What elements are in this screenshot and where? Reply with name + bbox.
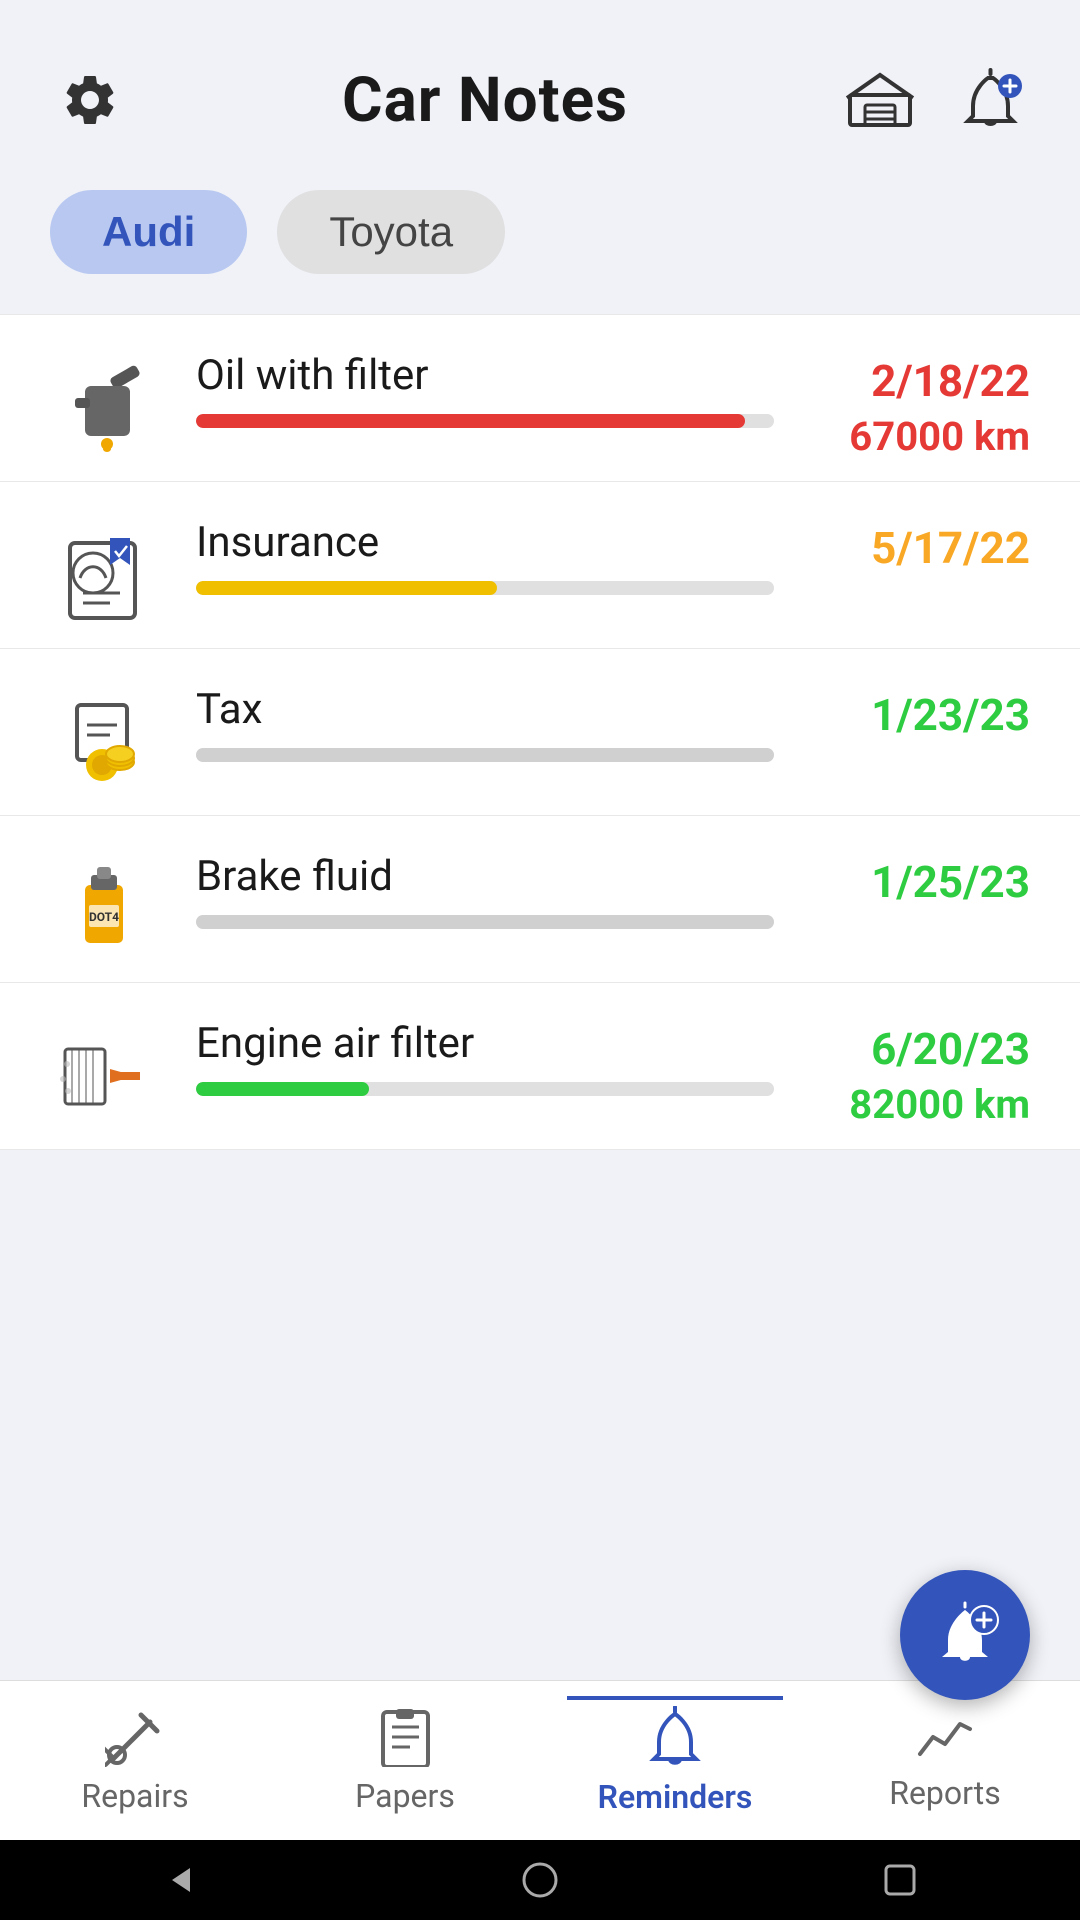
progress-fill-engine-air-filter: [196, 1082, 369, 1096]
svg-text:DOT4: DOT4: [89, 910, 119, 924]
progress-bar-oil: [196, 414, 774, 428]
progress-bar-engine-air-filter: [196, 1082, 774, 1096]
reminder-name-oil: Oil with filter: [196, 351, 774, 400]
progress-bar-brake-fluid: [196, 915, 774, 929]
reminder-date-oil: 2/18/22: [871, 355, 1030, 407]
reminder-km-oil: 67000 km: [849, 413, 1030, 460]
reminder-date-wrap-brake-fluid: 1/25/23: [810, 852, 1030, 908]
reminder-item-oil[interactable]: Oil with filter 2/18/22 67000 km: [0, 314, 1080, 482]
home-button[interactable]: [505, 1845, 575, 1915]
tab-toyota[interactable]: Toyota: [277, 190, 505, 274]
progress-fill-tax: [196, 748, 774, 762]
app-title: Car Notes: [130, 64, 840, 137]
tax-icon: [50, 685, 160, 795]
nav-label-papers: Papers: [355, 1777, 455, 1815]
nav-label-reminders: Reminders: [598, 1778, 753, 1816]
progress-fill-oil: [196, 414, 745, 428]
nav-item-reports[interactable]: Reports: [810, 1699, 1080, 1822]
reminder-item-tax[interactable]: Tax 1/23/23: [0, 649, 1080, 816]
progress-fill-brake-fluid: [196, 915, 774, 929]
back-button[interactable]: [145, 1845, 215, 1915]
brake-fluid-icon: DOT4: [50, 852, 160, 962]
reminder-content-oil: Oil with filter: [196, 351, 774, 428]
settings-button[interactable]: [50, 60, 130, 140]
progress-bar-insurance: [196, 581, 774, 595]
engine-air-filter-icon: [50, 1019, 160, 1129]
progress-bar-tax: [196, 748, 774, 762]
nav-item-repairs[interactable]: Repairs: [0, 1697, 270, 1825]
nav-item-papers[interactable]: Papers: [270, 1697, 540, 1825]
reminder-date-wrap-tax: 1/23/23: [810, 685, 1030, 741]
garage-button[interactable]: [840, 60, 920, 140]
recent-apps-button[interactable]: [865, 1845, 935, 1915]
tab-audi[interactable]: Audi: [50, 190, 247, 274]
reminder-km-engine-air-filter: 82000 km: [849, 1081, 1030, 1128]
reminder-name-insurance: Insurance: [196, 518, 774, 567]
reminders-list: Oil with filter 2/18/22 67000 km Insuran…: [0, 314, 1080, 1150]
reminder-item-insurance[interactable]: Insurance 5/17/22: [0, 482, 1080, 649]
reminder-date-engine-air-filter: 6/20/23: [871, 1023, 1030, 1075]
reminder-date-insurance: 5/17/22: [871, 522, 1030, 574]
reminder-content-tax: Tax: [196, 685, 774, 762]
add-reminder-header-button[interactable]: [950, 60, 1030, 140]
oil-icon: [50, 351, 160, 461]
reminder-item-brake-fluid[interactable]: DOT4 Brake fluid 1/25/23: [0, 816, 1080, 983]
reminder-date-wrap-oil: 2/18/22 67000 km: [810, 351, 1030, 460]
header-actions: [840, 60, 1030, 140]
system-navigation: [0, 1840, 1080, 1920]
bottom-navigation: Repairs Papers Reminders Reports: [0, 1680, 1080, 1840]
reminder-content-insurance: Insurance: [196, 518, 774, 595]
reminder-name-tax: Tax: [196, 685, 774, 734]
nav-item-reminders[interactable]: Reminders: [540, 1696, 810, 1826]
reminder-name-engine-air-filter: Engine air filter: [196, 1019, 774, 1068]
reminder-date-wrap-insurance: 5/17/22: [810, 518, 1030, 574]
reminder-date-brake-fluid: 1/25/23: [871, 856, 1030, 908]
reminder-date-wrap-engine-air-filter: 6/20/23 82000 km: [810, 1019, 1030, 1128]
reminder-date-tax: 1/23/23: [871, 689, 1030, 741]
insurance-icon: [50, 518, 160, 628]
reminder-content-brake-fluid: Brake fluid: [196, 852, 774, 929]
header: Car Notes: [0, 0, 1080, 170]
reminder-name-brake-fluid: Brake fluid: [196, 852, 774, 901]
fab-add-reminder[interactable]: [900, 1570, 1030, 1700]
nav-label-repairs: Repairs: [81, 1777, 188, 1815]
reminder-content-engine-air-filter: Engine air filter: [196, 1019, 774, 1096]
car-tabs: Audi Toyota: [0, 170, 1080, 314]
progress-fill-insurance: [196, 581, 497, 595]
reminder-item-engine-air-filter[interactable]: Engine air filter 6/20/23 82000 km: [0, 983, 1080, 1150]
nav-label-reports: Reports: [889, 1774, 1001, 1812]
